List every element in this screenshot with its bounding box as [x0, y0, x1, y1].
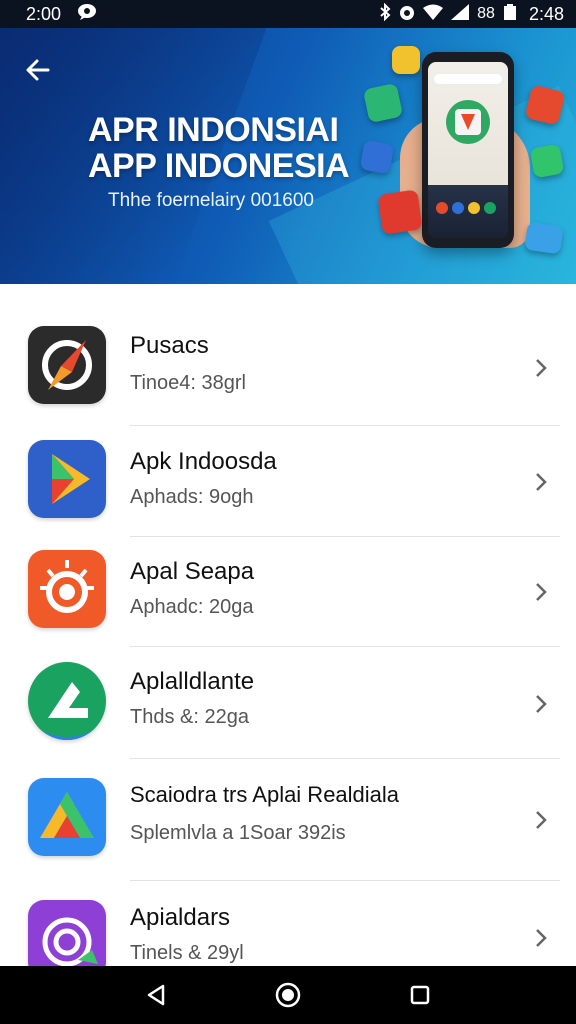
banner-subtitle: Thhe foernelairy 001600	[108, 190, 314, 211]
phone-search-bar	[434, 74, 502, 84]
header-banner: APR INDONSIAI APP INDONESIA Thhe foernel…	[0, 28, 576, 284]
app-logo-icon	[446, 100, 490, 144]
yellow-app-icon	[392, 46, 420, 74]
home-circle-icon	[275, 982, 301, 1008]
target-icon	[28, 900, 106, 966]
chevron-right-icon	[536, 811, 547, 829]
list-item[interactable]: Pusacs Tinoe4: 38grl	[0, 310, 576, 420]
alarm-icon	[399, 3, 415, 26]
play-store-icon	[28, 440, 106, 518]
back-arrow-icon	[26, 59, 50, 81]
chevron-right-icon	[536, 695, 547, 713]
back-button[interactable]	[20, 52, 56, 88]
app-meta: Aphadc: 20ga	[130, 596, 254, 618]
battery-icon	[503, 3, 517, 26]
app-name: Pusacs	[130, 332, 209, 359]
sun-icon	[28, 550, 106, 628]
status-bar: 2:00 88 2:48	[0, 0, 576, 28]
app-name: Apialdars	[130, 904, 231, 931]
status-time: 2:00	[26, 3, 62, 24]
arrow-logo-icon	[28, 662, 106, 740]
phone-screen	[428, 62, 508, 238]
red-app-icon	[377, 189, 423, 235]
system-nav-bar	[0, 966, 576, 1024]
banner-title-line1: APR INDONSIAI	[88, 111, 339, 149]
chat-bubble-icon	[77, 3, 97, 25]
nav-home-button[interactable]	[268, 975, 308, 1015]
app-name: Apk Indoosda	[130, 448, 277, 475]
nav-recents-button[interactable]	[400, 975, 440, 1015]
cube-app-icon	[524, 221, 564, 255]
back-triangle-icon	[147, 984, 165, 1006]
app-list: Pusacs Tinoe4: 38grl Apk Indoosda Aphads…	[0, 298, 576, 966]
signal-icon	[451, 3, 470, 25]
bluetooth-icon	[379, 2, 391, 26]
lime-app-icon	[529, 143, 565, 179]
list-item[interactable]: Apal Seapa Aphadc: 20ga	[0, 536, 576, 646]
drive-icon	[28, 778, 106, 856]
app-name: Aplalldlante	[130, 668, 255, 695]
banner-title: APR INDONSIAI APP INDONESIA	[88, 111, 350, 185]
divider	[130, 646, 560, 647]
orange-app-icon	[524, 84, 566, 126]
app-meta: Splemlvla a 1Soar 392is	[130, 822, 346, 844]
blue-app-icon	[359, 139, 395, 175]
app-meta: Tinoe4: 38grl	[130, 372, 246, 394]
divider	[130, 758, 560, 759]
list-item[interactable]: Scaiodra trs Aplai Realdiala Splemlvla a…	[0, 762, 576, 872]
chevron-right-icon	[536, 359, 547, 377]
nav-back-button[interactable]	[136, 975, 176, 1015]
phone-app-dots	[436, 202, 496, 214]
app-name: Scaiodra trs Aplai Realdiala	[130, 782, 400, 807]
app-meta: Aphads: 9ogh	[130, 486, 254, 508]
chevron-right-icon	[536, 473, 547, 491]
wifi-icon	[423, 4, 444, 25]
list-item[interactable]: Apk Indoosda Aphads: 9ogh	[0, 426, 576, 536]
battery-label: 88	[477, 5, 495, 22]
banner-title-line2: APP INDONESIA	[88, 147, 350, 185]
recents-square-icon	[410, 985, 430, 1005]
chevron-right-icon	[536, 929, 547, 947]
app-meta: Thds &: 22ga	[130, 706, 249, 728]
status-time-right: 2:48	[528, 3, 564, 24]
app-name: Apal Seapa	[130, 558, 255, 585]
app-meta: Tinels & 29yl	[130, 942, 244, 964]
chevron-right-icon	[536, 583, 547, 601]
list-item[interactable]: Aplalldlante Thds &: 22ga	[0, 648, 576, 758]
list-item[interactable]: Apialdars Tinels & 29yl	[0, 880, 576, 966]
green-app-icon	[362, 82, 404, 124]
phone-illustration	[422, 52, 514, 248]
compass-icon	[28, 326, 106, 404]
